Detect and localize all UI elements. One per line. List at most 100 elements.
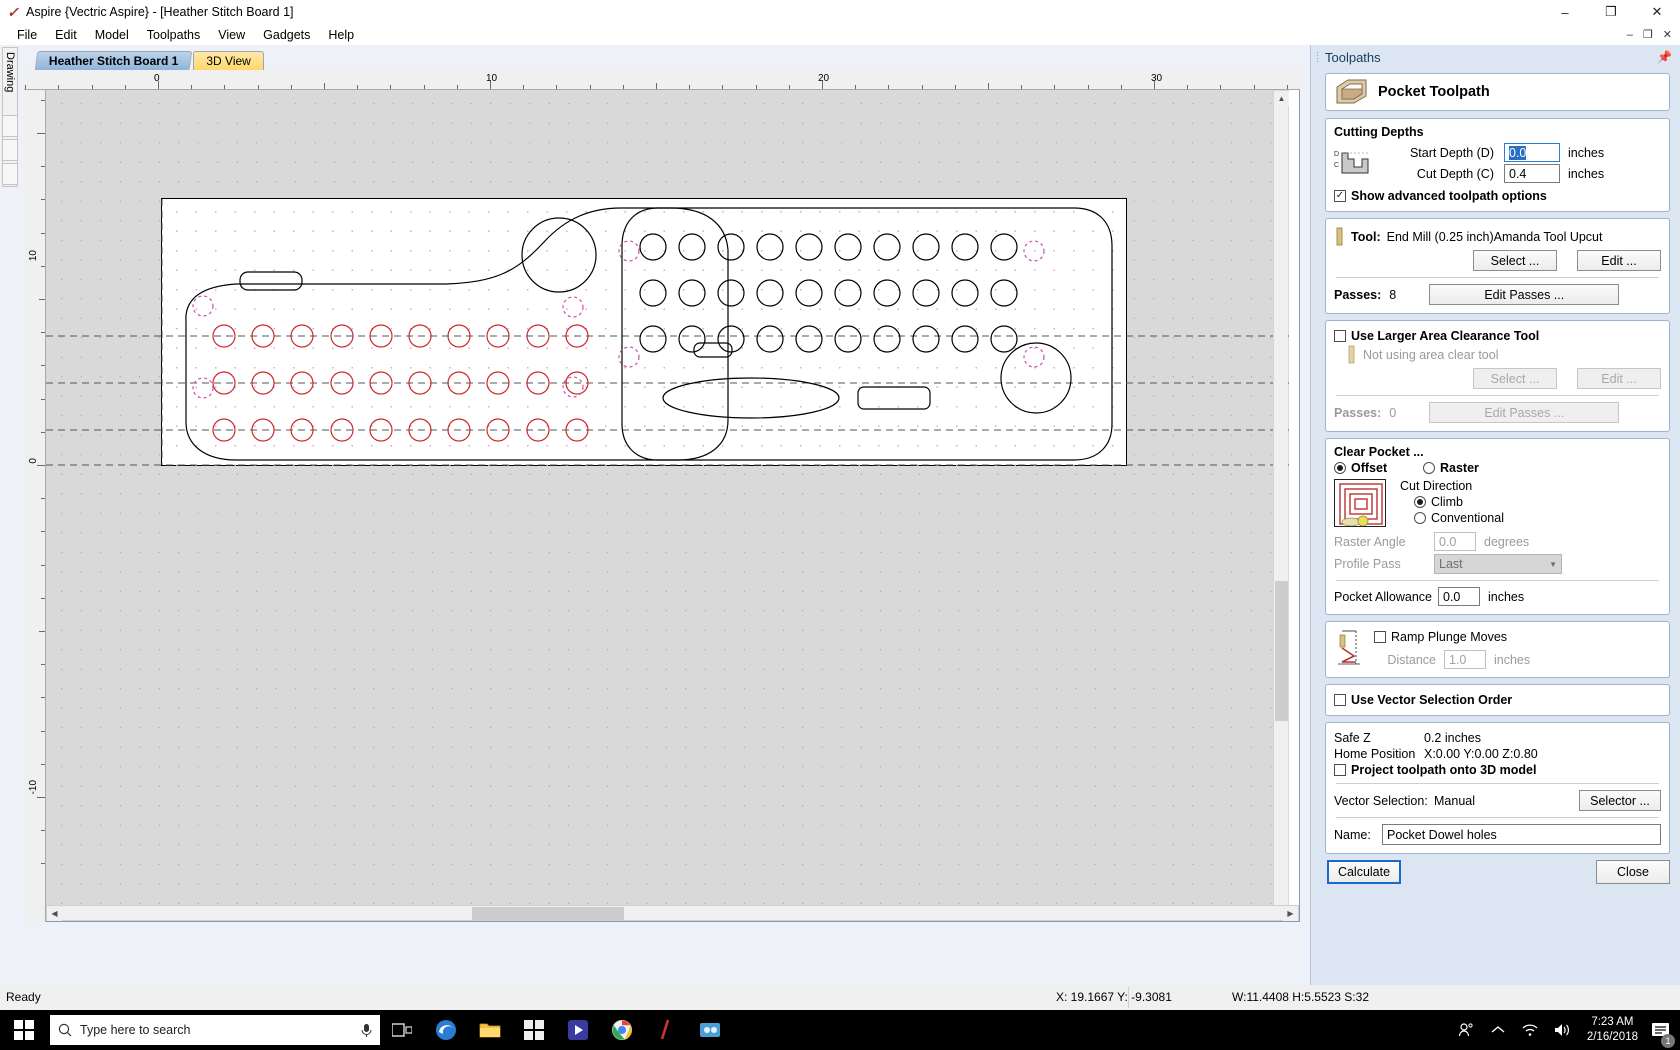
- tab-heather-stitch-board-1[interactable]: Heather Stitch Board 1: [34, 51, 193, 70]
- cut-depth-input[interactable]: 0.4: [1504, 164, 1560, 183]
- svg-text:D: D: [1334, 151, 1339, 158]
- task-view-icon[interactable]: [380, 1010, 424, 1050]
- start-depth-input[interactable]: 0.0: [1504, 143, 1560, 162]
- vector-artwork: [46, 199, 1289, 466]
- menu-file[interactable]: File: [8, 26, 46, 44]
- minimize-button[interactable]: –: [1542, 0, 1588, 24]
- tool-select-button[interactable]: Select ...: [1473, 250, 1557, 271]
- aspire-app-icon[interactable]: [644, 1010, 688, 1050]
- menu-model[interactable]: Model: [86, 26, 138, 44]
- design-viewport[interactable]: ▲ ▼: [46, 90, 1289, 905]
- window-controls: – ❐ ✕: [1542, 0, 1680, 24]
- ramp-distance-label: Distance: [1387, 652, 1436, 667]
- pocket-allowance-units: inches: [1488, 589, 1525, 604]
- action-center-icon[interactable]: 1: [1648, 1010, 1675, 1050]
- toolpath-name-input[interactable]: Pocket Dowel holes: [1382, 824, 1661, 845]
- mdi-close-button[interactable]: ✕: [1659, 28, 1676, 41]
- toolpaths-panel: Toolpaths 📌 Pocket Toolpath Cutting Dept…: [1310, 45, 1680, 985]
- left-dock-button-2[interactable]: [2, 139, 18, 161]
- ramp-distance-input[interactable]: 1.0: [1444, 650, 1486, 669]
- speaker-icon[interactable]: [1547, 1010, 1577, 1050]
- menu-toolpaths[interactable]: Toolpaths: [138, 26, 210, 44]
- pocket-allowance-value: 0.0: [1443, 589, 1461, 604]
- chrome-browser-icon[interactable]: [600, 1010, 644, 1050]
- raster-radio[interactable]: [1423, 462, 1435, 474]
- menu-help[interactable]: Help: [319, 26, 363, 44]
- climb-label: Climb: [1431, 495, 1463, 509]
- canvas-vertical-scrollbar[interactable]: ▲ ▼: [1273, 91, 1289, 905]
- scroll-left-icon[interactable]: ◀: [47, 906, 62, 921]
- project-toolpath-checkbox[interactable]: [1334, 764, 1346, 776]
- left-dock-button-1[interactable]: [2, 115, 18, 137]
- horizontal-ruler[interactable]: 0 10 20 30: [24, 70, 1300, 90]
- menu-edit[interactable]: Edit: [46, 26, 86, 44]
- microphone-icon[interactable]: [360, 1022, 372, 1038]
- close-button[interactable]: ✕: [1634, 0, 1680, 24]
- selector-button[interactable]: Selector ...: [1579, 790, 1661, 811]
- tab-3d-view[interactable]: 3D View: [193, 51, 264, 70]
- title-bar: ✓ Aspire {Vectric Aspire} - [Heather Sti…: [0, 0, 1680, 24]
- ruler-v-label-10: 10: [28, 250, 39, 262]
- scroll-right-icon[interactable]: ▶: [1283, 906, 1298, 921]
- use-vector-selection-order-checkbox[interactable]: [1334, 694, 1346, 706]
- conventional-radio[interactable]: [1414, 512, 1426, 524]
- edge-browser-icon[interactable]: [424, 1010, 468, 1050]
- project-toolpath-label: Project toolpath onto 3D model: [1351, 763, 1537, 777]
- cut-depth-label: Cut Depth (C): [1416, 166, 1494, 181]
- offset-radio[interactable]: [1334, 462, 1346, 474]
- scroll-up-icon[interactable]: ▲: [1274, 91, 1289, 106]
- people-icon[interactable]: [1451, 1010, 1481, 1050]
- windows-start-icon[interactable]: [0, 1010, 48, 1050]
- microsoft-store-icon[interactable]: [512, 1010, 556, 1050]
- profile-pass-select[interactable]: Last ▼: [1434, 554, 1562, 574]
- tool-edit-passes-button[interactable]: Edit Passes ...: [1429, 284, 1620, 305]
- raster-angle-input[interactable]: 0.0: [1434, 532, 1476, 551]
- show-advanced-checkbox[interactable]: ✓: [1334, 190, 1346, 202]
- panel-grip-icon[interactable]: [1316, 51, 1319, 63]
- area-clearance-edit-button[interactable]: Edit ...: [1577, 368, 1661, 389]
- left-dock-button-3[interactable]: [2, 163, 18, 185]
- taskbar-clock[interactable]: 7:23 AM 2/16/2018: [1579, 1015, 1646, 1045]
- use-area-clearance-checkbox[interactable]: [1334, 330, 1346, 342]
- area-clearance-edit-passes-button[interactable]: Edit Passes ...: [1429, 402, 1620, 423]
- pocket-toolpath-header: Pocket Toolpath: [1325, 73, 1670, 111]
- climb-radio[interactable]: [1414, 496, 1426, 508]
- area-clearance-card: Use Larger Area Clearance Tool Not using…: [1325, 320, 1670, 432]
- show-hidden-icons-icon[interactable]: [1483, 1010, 1513, 1050]
- canvas-horizontal-scrollbar[interactable]: ◀ ▶: [46, 905, 1299, 921]
- area-clearance-select-button[interactable]: Select ...: [1473, 368, 1557, 389]
- ramp-distance-units: inches: [1494, 652, 1531, 667]
- mdi-restore-button[interactable]: ❐: [1639, 28, 1657, 41]
- ramp-plunge-label: Ramp Plunge Moves: [1391, 630, 1508, 644]
- pocket-toolpath-icon: [1336, 79, 1367, 104]
- taskbar-search[interactable]: Type here to search: [50, 1015, 380, 1045]
- cutting-depths-card: Cutting Depths D C Start Depth (D) 0.0 i…: [1325, 118, 1670, 212]
- ramp-plunge-checkbox[interactable]: [1374, 631, 1386, 643]
- calculate-button[interactable]: Calculate: [1327, 860, 1401, 884]
- file-explorer-icon[interactable]: [468, 1010, 512, 1050]
- menu-view[interactable]: View: [209, 26, 254, 44]
- end-mill-icon: [1348, 345, 1355, 364]
- search-input-placeholder: Type here to search: [80, 1023, 191, 1037]
- ramp-plunge-card: Ramp Plunge Moves Distance 1.0 inches: [1325, 621, 1670, 678]
- mdi-minimize-button[interactable]: –: [1623, 29, 1637, 41]
- taskbar-date: 2/16/2018: [1586, 1031, 1638, 1043]
- aspire-logo-icon: ✓: [7, 3, 19, 20]
- maximize-button[interactable]: ❐: [1588, 0, 1634, 24]
- wifi-icon[interactable]: [1515, 1010, 1545, 1050]
- tool-edit-button[interactable]: Edit ...: [1577, 250, 1661, 271]
- search-circle-icon: [58, 1023, 72, 1037]
- vertical-scroll-thumb[interactable]: [1275, 581, 1288, 721]
- chevron-down-icon: ▼: [1549, 559, 1557, 569]
- menu-gadgets[interactable]: Gadgets: [254, 26, 319, 44]
- cut-direction-label: Cut Direction: [1400, 479, 1473, 493]
- vcarve-app-icon[interactable]: [688, 1010, 732, 1050]
- horizontal-scroll-thumb[interactable]: [472, 907, 624, 920]
- media-player-icon[interactable]: [556, 1010, 600, 1050]
- clear-pocket-title: Clear Pocket ...: [1334, 445, 1424, 459]
- vector-selection-label: Vector Selection:: [1334, 793, 1428, 808]
- pin-icon[interactable]: 📌: [1657, 50, 1672, 64]
- vertical-ruler[interactable]: 10 0 -10: [24, 90, 46, 922]
- pocket-allowance-input[interactable]: 0.0: [1438, 587, 1480, 606]
- close-panel-button[interactable]: Close: [1596, 860, 1670, 884]
